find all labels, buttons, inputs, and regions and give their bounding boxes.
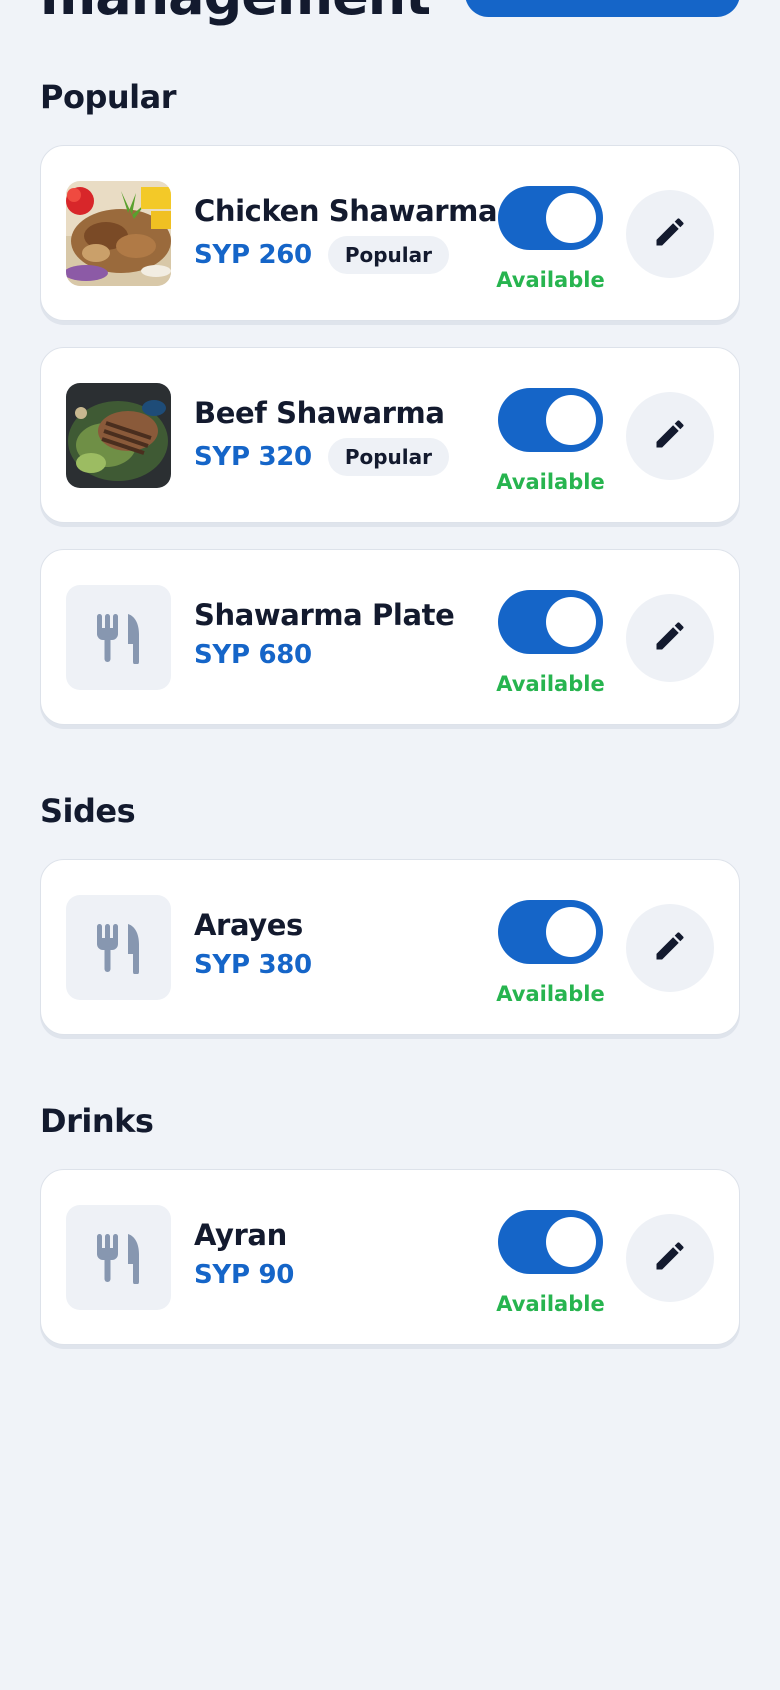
item-photo [66, 383, 171, 488]
availability-toggle[interactable] [498, 1210, 603, 1274]
price-row: SYP 380 [194, 950, 312, 980]
menu-item-card[interactable]: Ayran SYP 90 Available [40, 1169, 740, 1345]
item-photo-placeholder [66, 895, 171, 1000]
status-label: Available [496, 672, 605, 696]
popular-badge: Popular [327, 236, 450, 274]
popular-badge: Popular [327, 438, 450, 476]
item-price: SYP 260 [194, 240, 312, 270]
toggle-knob [546, 597, 596, 647]
toggle-knob [546, 1217, 596, 1267]
menu-item-card[interactable]: Beef Shawarma SYP 320 Popular Available [40, 347, 740, 523]
availability-toggle[interactable] [498, 900, 603, 964]
utensils-icon [95, 1232, 143, 1284]
edit-button[interactable] [626, 392, 714, 480]
edit-button[interactable] [626, 1214, 714, 1302]
item-price: SYP 380 [194, 950, 312, 980]
edit-button[interactable] [626, 190, 714, 278]
status-label: Available [496, 1292, 605, 1316]
item-name: Shawarma Plate [194, 598, 455, 632]
price-row: SYP 90 [194, 1260, 294, 1290]
toggle-knob [546, 907, 596, 957]
item-photo [66, 181, 171, 286]
availability-toggle[interactable] [498, 388, 603, 452]
toggle-knob [546, 395, 596, 445]
item-price: SYP 320 [194, 442, 312, 472]
pencil-icon [652, 1238, 688, 1278]
toggle-knob [546, 193, 596, 243]
pencil-icon [652, 416, 688, 456]
section-title-sides: Sides [40, 792, 136, 830]
pencil-icon [652, 928, 688, 968]
status-label: Available [496, 982, 605, 1006]
item-name: Beef Shawarma [194, 396, 445, 430]
utensils-icon [95, 922, 143, 974]
item-photo-placeholder [66, 585, 171, 690]
item-name: Chicken Shawarma [194, 194, 498, 228]
item-name: Arayes [194, 908, 303, 942]
header-action-button[interactable] [465, 0, 740, 17]
item-photo-placeholder [66, 1205, 171, 1310]
edit-button[interactable] [626, 904, 714, 992]
availability-toggle[interactable] [498, 590, 603, 654]
price-row: SYP 320 Popular [194, 438, 450, 476]
item-price: SYP 680 [194, 640, 312, 670]
status-label: Available [496, 268, 605, 292]
section-title-drinks: Drinks [40, 1102, 154, 1140]
item-price: SYP 90 [194, 1260, 295, 1290]
edit-button[interactable] [626, 594, 714, 682]
section-title-popular: Popular [40, 78, 176, 116]
menu-item-card[interactable]: Shawarma Plate SYP 680 Available [40, 549, 740, 725]
menu-management-page: management Popular Chicken Shawarma [0, 0, 780, 1690]
price-row: SYP 260 Popular [194, 236, 450, 274]
status-label: Available [496, 470, 605, 494]
pencil-icon [652, 618, 688, 658]
pencil-icon [652, 214, 688, 254]
page-title: management [40, 0, 431, 27]
availability-toggle[interactable] [498, 186, 603, 250]
utensils-icon [95, 612, 143, 664]
item-name: Ayran [194, 1218, 287, 1252]
menu-item-card[interactable]: Chicken Shawarma SYP 260 Popular Availab… [40, 145, 740, 321]
menu-item-card[interactable]: Arayes SYP 380 Available [40, 859, 740, 1035]
price-row: SYP 680 [194, 640, 312, 670]
